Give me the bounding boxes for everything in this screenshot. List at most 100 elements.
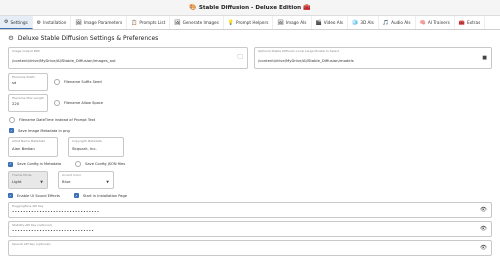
field-value: /content/drive/MyDrive/AI/Stable_Diffusi…: [258, 58, 354, 63]
toggle-off-icon: [9, 117, 15, 123]
field-value: ••••••••••••••••••••••••••••••••: [12, 209, 100, 214]
tab-label: Prompt Helpers: [236, 20, 269, 25]
checkbox-label: Filename Allow Space: [64, 101, 104, 105]
check-icon: ✓: [9, 128, 14, 133]
field-label: Stability-API Key (optional): [12, 223, 52, 227]
chevron-down-icon: ▼: [106, 180, 109, 184]
field-label: Accent Color: [62, 173, 82, 177]
filename-prefix-field[interactable]: Filename Prefix sd: [8, 73, 48, 91]
check-icon: ✓: [73, 193, 79, 198]
field-label: OpenAI API Key (optional): [12, 242, 51, 246]
field-label: Filename Prefix: [12, 75, 35, 79]
tab-ai-trainers[interactable]: 🧠 AI Trainers: [416, 16, 455, 29]
checkbox-label: Save Image Metadata in png: [18, 128, 70, 133]
brain-icon: 🧠: [419, 19, 426, 26]
field-label: Filename Max Length: [12, 96, 44, 100]
image-icon: 🖼: [174, 19, 181, 26]
stability-api-key-field[interactable]: Stability-API Key (optional) •••••••••••…: [8, 221, 492, 237]
palette-icon: 🎨: [189, 4, 197, 11]
save-config-json-checkbox[interactable]: Save Config JSON files: [75, 161, 125, 167]
field-value: Skquark, Inc.: [72, 146, 97, 151]
toolbox-icon: 🧰: [458, 19, 466, 26]
theme-mode-select[interactable]: Theme Mode Light ▼: [8, 171, 48, 189]
checkbox-label: Filename DateTime instead of Prompt Text: [19, 118, 96, 122]
filename-suffix-seed-checkbox[interactable]: Filename Suffix Seed: [54, 79, 102, 85]
huggingface-api-key-field[interactable]: HuggingFace API Key ••••••••••••••••••••…: [8, 202, 492, 218]
checkbox-label: Save Config in Metadata: [17, 162, 62, 166]
toggle-off-icon: [54, 79, 60, 85]
tab-label: Audio AIs: [391, 20, 411, 25]
field-label: Artist Name Metadata: [12, 139, 45, 143]
tab-label: Installation: [43, 20, 67, 25]
image-icon: 🖼: [75, 19, 82, 26]
check-icon: ✓: [8, 161, 13, 167]
checkbox-label: Start in Installation Page: [82, 193, 127, 198]
toolbox-icon: 🧰: [303, 4, 311, 11]
field-label: HuggingFace API Key: [12, 204, 44, 208]
tab-label: Video AIs: [323, 20, 344, 25]
accent-color-select[interactable]: Accent Color Blue ▼: [58, 171, 114, 189]
field-label: Copyright Metadata: [72, 139, 102, 143]
field-value: /content/drive/MyDrive/AI/Stable_Diffusi…: [12, 58, 116, 63]
optional-models-path-field[interactable]: Optional Stable Diffusion Local Large Mo…: [254, 47, 492, 69]
list-icon: 📋: [131, 19, 138, 26]
audio-icon: 🎵: [382, 19, 390, 26]
section-title: Deluxe Stable Diffusion Settings & Prefe…: [17, 34, 159, 42]
image-icon: 🖼: [277, 19, 284, 26]
save-image-metadata-checkbox[interactable]: ✓ Save Image Metadata in png: [9, 128, 492, 133]
settings-icon: ⚙: [4, 19, 9, 25]
tab-prompt-helpers[interactable]: 💡 Prompt Helpers: [224, 16, 274, 29]
tab-label: Prompts List: [139, 20, 166, 25]
tab-generate-images[interactable]: 🖼 Generate Images: [170, 16, 224, 29]
gear-icon: ⚙: [8, 34, 14, 42]
filename-max-length-field[interactable]: Filename Max Length 220: [8, 94, 48, 112]
tab-image-ais[interactable]: 🖼 Image AIs: [273, 16, 312, 29]
save-icon[interactable]: ■: [482, 55, 487, 61]
cube-icon: 🧊: [352, 19, 359, 26]
select-value: Light: [12, 179, 22, 184]
checkbox-label: Enable UI Sound Effects: [17, 193, 60, 198]
window-title-bar: 🎨 Stable Diffusion - Deluxe Edition 🧰: [0, 0, 500, 16]
tab-extras[interactable]: 🧰 Extras: [455, 16, 486, 29]
tab-label: Image Parameters: [83, 20, 123, 25]
start-installation-checkbox[interactable]: ✓ Start in Installation Page: [73, 193, 127, 198]
filename-datetime-checkbox[interactable]: Filename DateTime instead of Prompt Text: [9, 117, 492, 123]
chevron-down-icon: ▼: [40, 180, 43, 184]
select-value: Blue: [62, 179, 71, 184]
eye-icon[interactable]: 👁: [480, 207, 487, 213]
tab-bar: ⚙ Settings ⚙ Installation 🖼 Image Parameter…: [0, 16, 500, 30]
tab-3d-ais[interactable]: 🧊 3D AIs: [348, 16, 379, 29]
tab-label: Extras: [467, 20, 481, 25]
tab-label: Image AIs: [285, 20, 307, 25]
tab-label: Settings: [10, 19, 28, 25]
field-label: Optional Stable Diffusion Local Large Mo…: [258, 49, 340, 53]
filename-allow-space-checkbox[interactable]: Filename Allow Space: [54, 100, 103, 106]
section-header: ⚙ Deluxe Stable Diffusion Settings & Pre…: [8, 33, 492, 43]
artist-name-field[interactable]: Artist Name Metadata Alan Bedian: [8, 137, 58, 157]
settings-panel: ⚙ Deluxe Stable Diffusion Settings & Pre…: [0, 30, 500, 256]
tab-label: AI Trainers: [427, 20, 450, 25]
toggle-off-icon: [54, 100, 60, 106]
tab-prompts-list[interactable]: 📋 Prompts List: [127, 16, 171, 29]
toggle-off-icon: [75, 161, 82, 167]
copyright-field[interactable]: Copyright Metadata Skquark, Inc.: [68, 137, 124, 157]
settings-icon: ⚙: [36, 19, 42, 26]
image-output-path-field[interactable]: Image Output Path /content/drive/MyDrive…: [8, 47, 248, 69]
eye-icon[interactable]: 👁: [480, 245, 487, 251]
openai-api-key-field[interactable]: OpenAI API Key (optional) 👁: [8, 240, 492, 256]
tab-audio-ais[interactable]: 🎵 Audio AIs: [379, 16, 416, 29]
checkbox-label: Filename Suffix Seed: [64, 80, 102, 84]
enable-ui-sound-checkbox[interactable]: ✓ Enable UI Sound Effects: [8, 193, 60, 198]
checkbox-label: Save Config JSON files: [85, 162, 126, 166]
tab-settings[interactable]: ⚙ Settings: [0, 16, 33, 29]
save-config-metadata-checkbox[interactable]: ✓ Save Config in Metadata: [8, 161, 62, 167]
eye-icon[interactable]: 👁: [480, 226, 487, 232]
folder-icon[interactable]: 🗀: [237, 54, 243, 63]
tab-image-parameters[interactable]: 🖼 Image Parameters: [71, 16, 128, 29]
tab-installation[interactable]: ⚙ Installation: [33, 16, 72, 29]
tab-video-ais[interactable]: 🎬 Video AIs: [312, 16, 349, 29]
lightbulb-icon: 💡: [227, 19, 235, 26]
field-value: ••••••••••••••••••••••••••••••: [12, 228, 95, 233]
field-label: Theme Mode: [12, 173, 32, 177]
video-icon: 🎬: [315, 19, 322, 26]
